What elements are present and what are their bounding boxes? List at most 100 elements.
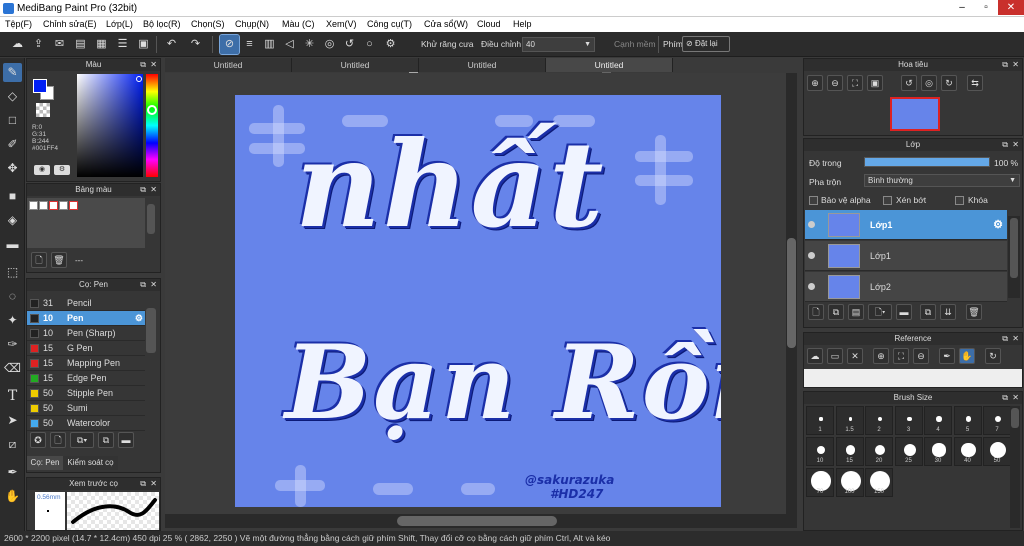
brush-size-cell[interactable]: 100 [835,468,864,497]
add-brush-icon[interactable]: ✪ [30,432,46,448]
brush-item[interactable]: 15 G Pen [27,341,145,356]
cloud-icon[interactable]: ☁ [8,35,27,54]
sv-cursor[interactable] [136,76,142,82]
float-icon[interactable]: ⧉ [140,59,146,71]
list-icon[interactable]: ☰ [113,35,132,54]
brush-item[interactable]: 50 Watercolor [27,416,145,431]
fill-rect-tool-icon[interactable]: ■ [3,187,22,206]
folder-icon[interactable]: ▬ [896,304,912,320]
redo-icon[interactable]: ↷ [186,35,205,54]
rect-tool-icon[interactable]: □ [3,111,22,130]
move-tool-icon[interactable]: ✥ [3,159,22,178]
eraser-tool-icon[interactable]: ◇ [3,87,22,106]
radial-snap-icon[interactable]: ✳ [300,35,319,54]
close-icon[interactable]: ✕ [150,478,157,490]
brush-item[interactable]: 10 Pen ⚙ [27,311,145,326]
gear-icon[interactable]: ⚙ [135,311,143,326]
tab-document[interactable]: Untitled [419,58,546,72]
menu-filter[interactable]: Bộ lọc(R) [143,17,181,32]
brush-size-cell[interactable]: 10 [806,437,834,466]
scroll-thumb[interactable] [1011,408,1019,428]
close-icon[interactable]: ✕ [1012,392,1019,404]
float-icon[interactable]: ⧉ [1002,139,1008,151]
layer-row[interactable]: Lớp2 [805,272,1007,302]
select-rect-icon[interactable]: ⬚ [3,263,22,282]
maximize-button[interactable]: ▫ [974,0,998,15]
float-icon[interactable]: ⧉ [140,279,146,291]
parallel-snap-icon[interactable]: ≡ [240,35,259,54]
brush-size-cell[interactable]: 7 [983,406,1011,435]
close-window-button[interactable]: ✕ [998,0,1024,15]
rotate-right-icon[interactable]: ↻ [941,75,957,91]
close-icon[interactable]: ✕ [1012,333,1019,345]
tab-brush[interactable]: Cọ: Pen [27,456,63,470]
layer-row[interactable]: Lớp1 ⚙ [805,210,1007,240]
eyedropper-icon[interactable]: ✒ [939,348,955,364]
tab-document[interactable]: Untitled [165,58,292,72]
scroll-thumb[interactable] [787,238,796,348]
brush-size-cell[interactable]: 50 [983,437,1011,466]
brush-item[interactable]: 15 Edge Pen [27,371,145,386]
folder-icon[interactable]: ▬ [118,432,134,448]
brush-item[interactable]: 50 Stipple Pen [27,386,145,401]
artwork-canvas[interactable]: nhất Bạn Rồi @sakurazuka #HD247 [235,95,721,507]
brush-size-cell[interactable]: 25 [894,437,923,466]
brush-size-cell[interactable]: 2 [865,406,893,435]
new-brush-icon[interactable]: 🗋 [50,432,66,448]
tab-brush-control[interactable]: Kiểm soát cọ [63,456,118,470]
palette-swatch[interactable] [69,201,78,210]
trash-icon[interactable]: 🗑 [51,252,67,268]
palette-swatch[interactable] [29,201,38,210]
brush-item[interactable]: 15 Mapping Pen [27,356,145,371]
eye-dropper-button[interactable]: ◉ [34,165,50,175]
float-icon[interactable]: ⧉ [1002,392,1008,404]
menu-view[interactable]: Xem(V) [326,17,357,32]
close-icon[interactable]: ✕ [150,279,157,291]
new-page-icon[interactable]: 🗋 [31,252,47,268]
cloud-icon[interactable]: ☁ [807,348,823,364]
lasso-tool-icon[interactable]: ◌ [3,287,22,306]
new-layer-copy-icon[interactable]: ⧉ [828,304,844,320]
brush-list-scrollbar[interactable] [146,308,156,353]
text-bubble-icon[interactable]: ▤ [71,35,90,54]
comment-icon[interactable]: ✉ [50,35,69,54]
share-icon[interactable]: ⇪ [29,35,48,54]
eyedropper-icon[interactable]: ✒ [3,463,22,482]
brush-item[interactable]: 31 Pencil [27,296,145,311]
visibility-icon[interactable] [808,283,815,290]
blend-mode-select[interactable]: Bình thường ▼ [864,174,1020,187]
vanish-snap-icon[interactable]: ◁ [280,35,299,54]
float-icon[interactable]: ⧉ [1002,59,1008,71]
brush-size-cell[interactable]: 1.5 [835,406,864,435]
palette-scrollbar[interactable] [147,204,155,234]
zoom-in-icon[interactable]: ⊕ [807,75,823,91]
close-icon[interactable]: ✕ [1012,139,1019,151]
visibility-icon[interactable] [808,221,815,228]
close-icon[interactable]: ✕ [150,59,157,71]
text-tool-icon[interactable]: T [3,387,22,406]
menu-file[interactable]: Tệp(F) [5,17,32,32]
menu-tools[interactable]: Công cụ(T) [367,17,412,32]
clipping-checkbox[interactable] [883,196,892,205]
float-icon[interactable]: ⧉ [140,478,146,490]
visibility-icon[interactable] [808,252,815,259]
close-icon[interactable]: ✕ [1012,59,1019,71]
duplicate-layer-icon[interactable]: ⧉ [920,304,936,320]
layer-menu-icon[interactable]: 🗋▾ [868,304,892,320]
select-eraser-icon[interactable]: ⌫ [3,359,22,378]
menu-window[interactable]: Cửa sổ(W) [424,17,468,32]
brush-size-cell[interactable]: 5 [953,406,982,435]
layer-scrollbar[interactable] [1008,216,1020,298]
undo-icon[interactable]: ↶ [162,35,181,54]
brush-menu-icon[interactable]: ⧉▾ [70,432,94,448]
float-icon[interactable]: ⧉ [140,184,146,196]
operation-tool-icon[interactable]: ➤ [3,411,22,430]
vertical-scrollbar[interactable] [786,73,797,514]
brush-tool-icon[interactable]: ✎ [3,63,22,82]
rotate-left-icon[interactable]: ↺ [901,75,917,91]
magic-wand-icon[interactable]: ✦ [3,311,22,330]
brush-item[interactable]: 50 Sumi [27,401,145,416]
tab-document-active[interactable]: Untitled [546,58,673,72]
close-icon[interactable]: ✕ [150,184,157,196]
brush-item[interactable]: 10 Pen (Sharp) [27,326,145,341]
